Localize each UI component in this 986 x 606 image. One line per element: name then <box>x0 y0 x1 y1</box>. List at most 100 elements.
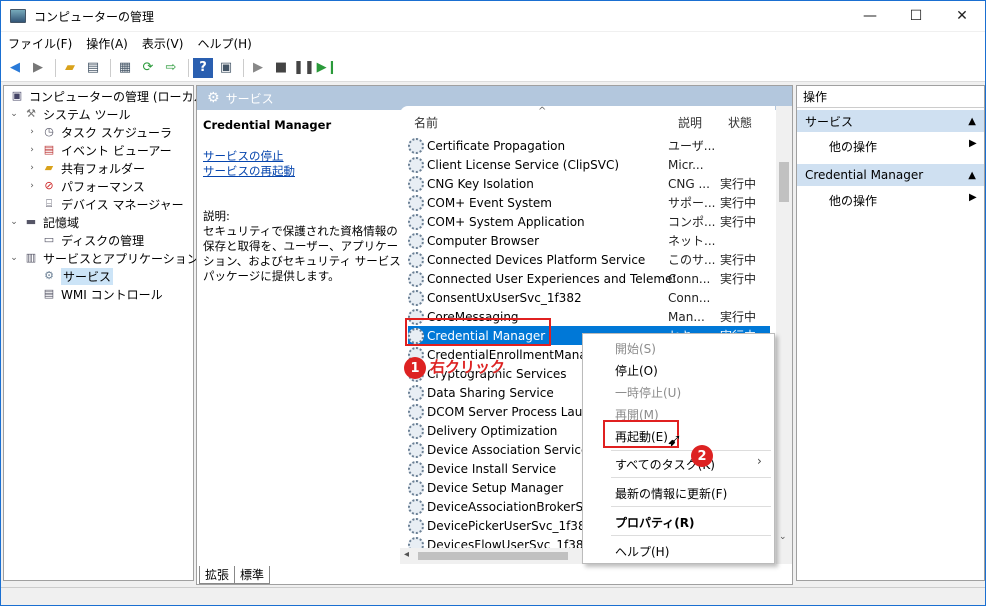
table-row[interactable]: CNG Key Isolation CNG ... 実行中 <box>408 174 770 193</box>
window: コンピューターの管理 — ☐ ✕ ファイル(F) 操作(A) 表示(V) ヘルプ… <box>0 0 986 606</box>
service-name: Certificate Propagation <box>427 138 566 153</box>
pause-service-icon[interactable]: ❚❚ <box>293 58 315 78</box>
maximize-button[interactable]: ☐ <box>893 1 939 31</box>
show-hide-tree-icon[interactable]: ▤ <box>83 58 103 78</box>
sort-arrow-icon: ^ <box>538 106 547 117</box>
menu-item-help[interactable]: ヘルプ(H) <box>615 543 669 560</box>
chevron-down-icon[interactable]: ⌄ <box>8 217 20 227</box>
tree-item-device-manager[interactable]: ⌸ デバイス マネージャー <box>38 195 184 213</box>
scroll-left-icon[interactable]: ◂ <box>404 549 409 560</box>
table-row[interactable]: Connected User Experiences and Telemetry… <box>408 269 770 288</box>
tree-item-shared-folders[interactable]: › ▰ 共有フォルダー <box>26 159 145 177</box>
close-button[interactable]: ✕ <box>939 1 985 31</box>
service-description: サポー... <box>668 196 716 210</box>
gear-icon: ⚙ <box>44 269 54 282</box>
show-action-pane-icon[interactable]: ▣ <box>216 58 236 78</box>
restart-service-link[interactable]: サービスの再起動 <box>203 164 403 179</box>
properties-icon[interactable]: ▦ <box>115 58 135 78</box>
service-status: 実行中 <box>720 253 757 267</box>
tree-item-computer-management[interactable]: ▣ コンピューターの管理 (ローカル) <box>6 87 210 105</box>
tree-item-storage[interactable]: ⌄ ▬ 記憶域 <box>8 213 79 231</box>
column-header-description[interactable]: 説明 <box>678 114 702 134</box>
service-name: CNG Key Isolation <box>427 176 534 191</box>
chevron-right-icon[interactable]: › <box>26 145 38 155</box>
chevron-right-icon[interactable]: › <box>26 181 38 191</box>
service-gear-icon <box>408 289 424 306</box>
computer-management-icon <box>10 9 26 23</box>
tree-item-system-tools[interactable]: ⌄ ⚒ システム ツール <box>8 105 130 123</box>
tree-item-task-scheduler[interactable]: › ◷ タスク スケジューラ <box>26 123 172 141</box>
table-row[interactable]: COM+ System Application コンポ... 実行中 <box>408 212 770 231</box>
table-row[interactable]: Connected Devices Platform Service このサ...… <box>408 250 770 269</box>
scroll-down-icon[interactable]: ⌄ <box>779 532 787 542</box>
tab-standard[interactable]: 標準 <box>234 566 271 584</box>
table-row[interactable]: Client License Service (ClipSVC) Micr... <box>408 155 770 174</box>
menu-divider <box>611 506 771 507</box>
console-tree: ▣ コンピューターの管理 (ローカル) ⌄ ⚒ システム ツール › ◷ タスク… <box>3 85 210 581</box>
tree-item-event-viewer[interactable]: › ▤ イベント ビューアー <box>26 141 171 159</box>
actions-section-services[interactable]: サービス ▲ <box>797 110 984 132</box>
toolbar-divider <box>55 58 56 77</box>
description-label: 説明: <box>203 209 230 223</box>
back-icon[interactable]: ◀ <box>5 58 25 78</box>
tree-item-services[interactable]: ⚙ サービス <box>38 267 114 285</box>
vertical-scrollbar[interactable]: ⌄ <box>776 106 792 564</box>
toolbar: ◀ ▶ ▰ ▤ ▦ ⟳ ⇨ ? ▣ ▶ ■ ❚❚ ▶❙ <box>1 54 985 82</box>
column-header-name[interactable]: 名前 <box>414 114 438 134</box>
menu-item-properties[interactable]: プロパティ(R) <box>615 514 695 531</box>
minimize-button[interactable]: — <box>847 1 893 31</box>
tab-extended[interactable]: 拡張 <box>199 566 236 584</box>
stop-service-link[interactable]: サービスの停止 <box>203 149 403 164</box>
chevron-right-icon[interactable]: › <box>26 163 38 173</box>
menu-help[interactable]: ヘルプ(H) <box>190 35 258 52</box>
refresh-icon[interactable]: ⟳ <box>138 58 158 78</box>
menu-view[interactable]: 表示(V) <box>135 35 191 52</box>
tree-item-performance[interactable]: › ⊘ パフォーマンス <box>26 177 145 195</box>
chevron-down-icon[interactable]: ⌄ <box>8 253 20 263</box>
start-service-icon[interactable]: ▶ <box>248 58 268 78</box>
help-icon[interactable]: ? <box>193 57 213 78</box>
service-status: 実行中 <box>720 310 757 324</box>
scroll-thumb[interactable] <box>779 162 789 202</box>
hscroll-thumb[interactable] <box>418 552 568 560</box>
service-gear-icon <box>408 498 424 515</box>
actions-more-credential-manager[interactable]: 他の操作 ▶ <box>829 192 977 209</box>
column-header-status[interactable]: 状態 <box>728 114 752 134</box>
tree-item-disk-management[interactable]: ▭ ディスクの管理 <box>38 231 144 249</box>
forward-icon[interactable]: ▶ <box>28 58 48 78</box>
submenu-arrow-icon: ▶ <box>969 138 977 149</box>
actions-more-services[interactable]: 他の操作 ▶ <box>829 138 977 155</box>
toolbar-divider <box>110 58 111 77</box>
actions-section-credential-manager[interactable]: Credential Manager ▲ <box>797 164 984 186</box>
menu-item-start[interactable]: 開始(S) <box>615 340 656 357</box>
menu-item-pause[interactable]: 一時停止(U) <box>615 384 681 401</box>
table-row[interactable]: COM+ Event System サポー... 実行中 <box>408 193 770 212</box>
service-description: Conn... <box>668 290 711 305</box>
collapse-icon[interactable]: ▲ <box>968 170 976 181</box>
services-apps-icon: ▥ <box>25 251 37 264</box>
export-list-icon[interactable]: ⇨ <box>161 58 181 78</box>
tree-item-wmi-control[interactable]: ▤ WMI コントロール <box>38 285 163 303</box>
stop-service-icon[interactable]: ■ <box>271 58 291 78</box>
service-status: 実行中 <box>720 177 757 191</box>
table-row[interactable]: Computer Browser ネット... <box>408 231 770 250</box>
service-description-panel: Credential Manager サービスの停止 サービスの再起動 説明: … <box>203 118 403 284</box>
chevron-right-icon[interactable]: › <box>26 127 38 137</box>
status-bar <box>1 587 985 605</box>
chevron-down-icon[interactable]: ⌄ <box>8 109 20 119</box>
menu-item-refresh[interactable]: 最新の情報に更新(F) <box>615 485 727 502</box>
restart-service-icon[interactable]: ▶❙ <box>317 58 338 78</box>
menu-item-stop[interactable]: 停止(O) <box>615 362 658 379</box>
tools-icon: ⚒ <box>26 107 36 120</box>
tree-item-services-applications[interactable]: ⌄ ▥ サービスとアプリケーション <box>8 249 199 267</box>
service-name: Connected Devices Platform Service <box>427 252 646 267</box>
table-row[interactable]: ConsentUxUserSvc_1f382 Conn... <box>408 288 770 307</box>
up-folder-icon[interactable]: ▰ <box>60 58 80 78</box>
menu-action[interactable]: 操作(A) <box>79 35 135 52</box>
toolbar-divider <box>188 58 189 77</box>
collapse-icon[interactable]: ▲ <box>968 116 976 127</box>
table-row[interactable]: Certificate Propagation ユーザ... <box>408 136 770 155</box>
menu-file[interactable]: ファイル(F) <box>1 35 79 52</box>
service-gear-icon <box>408 460 424 477</box>
service-name: Connected User Experiences and Telemetry <box>427 271 675 286</box>
